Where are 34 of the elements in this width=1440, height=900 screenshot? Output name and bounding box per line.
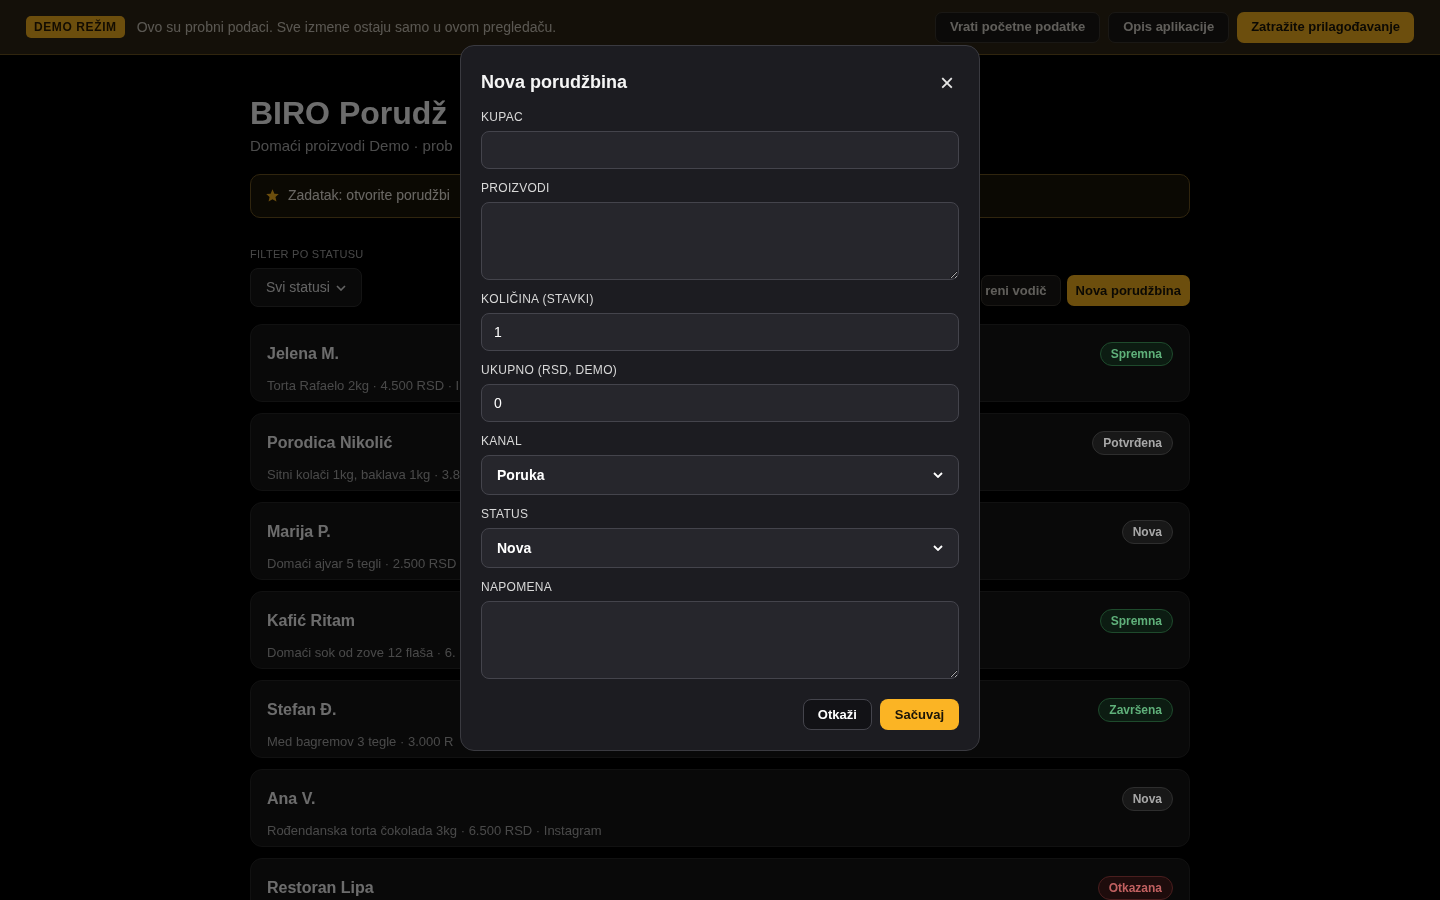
order-details: Med bagremov 3 tegle · 3.000 R <box>267 733 454 751</box>
status-badge: Završena <box>1098 698 1173 722</box>
field-label: KUPAC <box>481 109 524 126</box>
page-subtitle: Domaći proizvodi Demo · prob <box>250 136 453 156</box>
order-details: Domaći ajvar 5 tegli · 2.500 RSD <box>267 555 457 573</box>
customer-name: Stefan Đ. <box>267 700 338 720</box>
customer-name: Jelena M. <box>267 344 341 364</box>
customer-name: Marija P. <box>267 522 332 542</box>
field-label: PROIZVODI <box>481 180 551 197</box>
field-label: KOLIČINA (STAVKI) <box>481 290 595 308</box>
status-badge: Otkazana <box>1097 876 1173 900</box>
dialog-title: Nova porudžbina <box>481 71 627 94</box>
field-label: UKUPNO (RSD, DEMO) <box>481 362 619 379</box>
page-title: BIRO Porudž <box>250 94 448 133</box>
field-label: NAPOMENA <box>481 579 554 596</box>
status-badge: Potvrđena <box>1092 431 1173 455</box>
demo-message: Ovo su probni podaci. Sve izmene ostaju samo u ovom pregledaču. <box>136 17 558 37</box>
status-badge: Spremna <box>1099 609 1173 633</box>
order-details: Rođendanska torta čokolada 3kg · 6.500 RSD · Instagram <box>267 822 602 840</box>
customer-name: Restoran Lipa <box>267 878 374 898</box>
status-badge: Spremna <box>1099 342 1173 366</box>
order-details: Domaći sok od zove 12 flaša · 6. <box>267 644 456 662</box>
order-details: Sitni kolači 1kg, baklava 1kg · 3.8 <box>267 466 460 484</box>
customer-name: Kafić Ritam <box>267 611 357 631</box>
field-label: STATUS <box>481 506 530 523</box>
order-details: Torta Rafaelo 2kg · 4.500 RSD · I <box>267 377 460 395</box>
customer-name: Ana V. <box>267 789 317 809</box>
status-badge: Nova <box>1121 520 1173 544</box>
field-label: KANAL <box>481 433 523 450</box>
customer-name: Porodica Nikolić <box>267 433 394 453</box>
task-text: Zadatak: otvorite porudžbi <box>288 186 450 205</box>
demo-badge: DEMO REŽIM <box>26 16 125 38</box>
filter-label: FILTER PO STATUSU <box>250 246 364 262</box>
status-badge: Nova <box>1121 787 1173 811</box>
